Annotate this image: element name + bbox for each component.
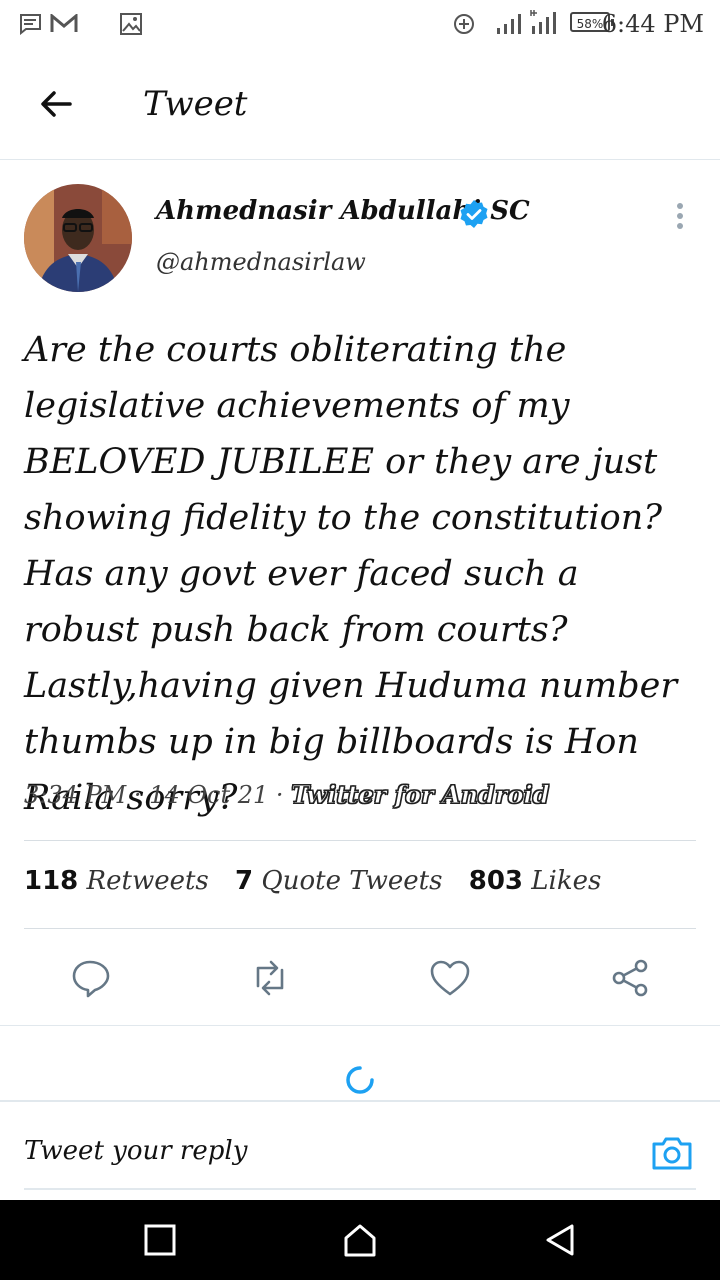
retweets-count[interactable]: 118: [24, 866, 78, 896]
tweet-meta: 3:34 PM · 14 Oct 21 · Twitter for Androi…: [24, 780, 550, 810]
divider: [24, 1188, 696, 1190]
tweet-date: 14 Oct 21: [149, 781, 269, 809]
message-icon: [20, 14, 41, 35]
divider: [24, 928, 696, 929]
likes-count[interactable]: 803: [469, 866, 523, 896]
author-handle[interactable]: @ahmednasirlaw: [156, 248, 366, 276]
gmail-icon: [50, 14, 78, 32]
avatar[interactable]: [24, 184, 132, 292]
retweets-label[interactable]: Retweets: [87, 866, 209, 896]
page-title: Tweet: [143, 84, 248, 124]
camera-icon[interactable]: [650, 1130, 694, 1174]
divider: [0, 1025, 720, 1026]
data-saver-icon: [454, 14, 474, 34]
loading-spinner-icon: [346, 1066, 374, 1094]
divider: [24, 840, 696, 841]
system-navigation-bar: [0, 1200, 720, 1280]
quotes-label[interactable]: Quote Tweets: [261, 866, 442, 896]
retweet-icon[interactable]: [248, 956, 292, 1000]
back-nav-icon[interactable]: [542, 1222, 578, 1258]
tweet-text: Are the courts obliterating the legislat…: [24, 330, 678, 818]
share-icon[interactable]: [608, 956, 652, 1000]
reply-input[interactable]: Tweet your reply: [24, 1136, 247, 1166]
quotes-count[interactable]: 7: [235, 866, 253, 896]
status-time: 6:44 PM: [601, 10, 704, 38]
more-options-icon[interactable]: [672, 202, 688, 232]
tweet-time: 3:34 PM: [24, 781, 127, 809]
like-heart-icon[interactable]: [428, 956, 472, 1000]
reply-icon[interactable]: [68, 956, 112, 1000]
app-header: Tweet: [0, 50, 720, 160]
signal-4g-icon: [530, 10, 556, 34]
signal-icon: [497, 14, 521, 34]
verified-badge-icon: [460, 200, 488, 228]
home-icon[interactable]: [342, 1222, 378, 1258]
recent-apps-icon[interactable]: [144, 1224, 176, 1256]
likes-label[interactable]: Likes: [531, 866, 601, 896]
meta-separator: ·: [133, 781, 142, 809]
back-arrow-icon[interactable]: [36, 84, 76, 124]
status-bar: 58% 6:44 PM: [0, 0, 720, 50]
meta-separator: ·: [275, 781, 284, 809]
tweet-stats: 118 Retweets 7 Quote Tweets 803 Likes: [24, 866, 619, 896]
image-icon: [120, 13, 142, 35]
tweet-source-link[interactable]: Twitter for Android: [291, 780, 550, 810]
